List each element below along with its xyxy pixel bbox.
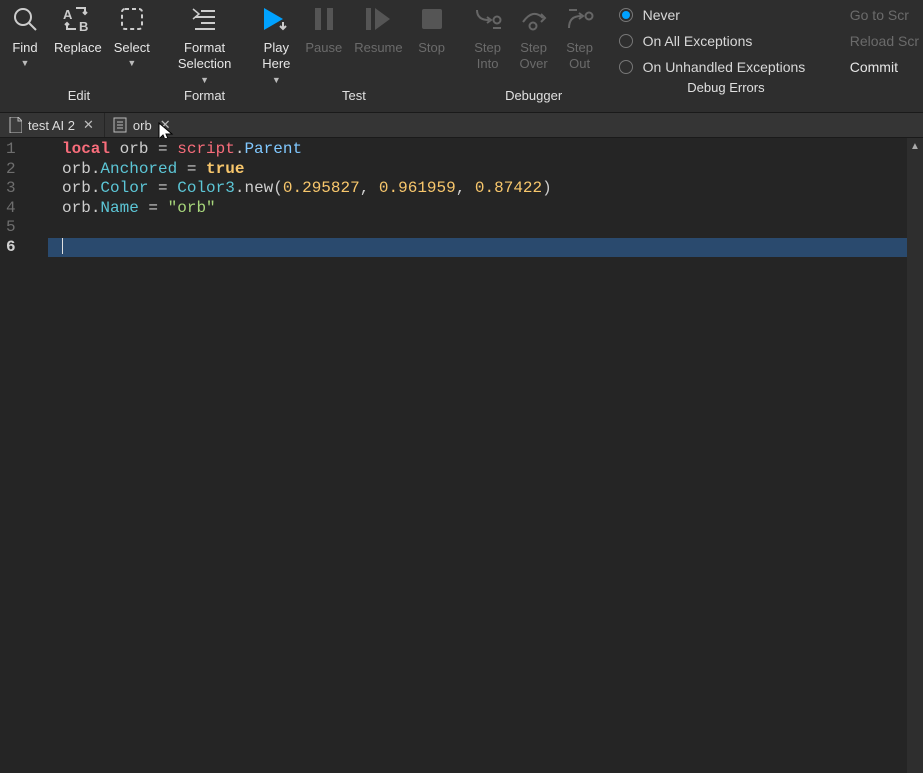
debug-errors-on-all[interactable]: On All Exceptions [619,33,806,49]
group-label-debug-errors: Debug Errors [607,80,806,97]
step-into-icon [471,2,505,36]
text-caret [62,238,63,254]
svg-text:B: B [79,19,88,33]
code-line-current[interactable] [48,238,923,258]
play-here-button[interactable]: Play Here ▼ [253,0,299,85]
local-script-icon [8,117,22,133]
format-icon [188,2,222,36]
reload-script-button: Reload Scr [850,33,919,49]
step-out-icon [563,2,597,36]
close-icon[interactable]: ✕ [81,117,96,133]
group-label-format: Format [172,88,237,105]
scroll-up-icon[interactable]: ▲ [907,138,923,154]
step-into-label: Step Into [474,40,501,73]
play-here-label: Play Here [262,40,290,73]
line-number: 6 [0,238,48,258]
ribbon-toolbar: Find ▼ AB Replace Select ▼ Edit [0,0,923,112]
chevron-down-icon: ▼ [272,75,281,85]
pause-icon [307,2,341,36]
stop-button: Stop [409,0,455,56]
select-button[interactable]: Select ▼ [108,0,156,68]
tab-orb[interactable]: orb ✕ [104,113,181,137]
tab-label: test AI 2 [28,118,75,133]
commit-button[interactable]: Commit [850,59,898,75]
select-icon [115,2,149,36]
svg-text:A: A [63,7,73,22]
line-number-gutter: 1 2 3 4 5 6 [0,138,48,773]
code-line[interactable]: orb.Color = Color3.new(0.295827, 0.96195… [48,179,923,199]
find-label: Find [12,40,37,56]
replace-label: Replace [54,40,102,56]
code-line[interactable]: orb.Name = "orb" [48,199,923,219]
play-icon [259,2,293,36]
code-area[interactable]: local orb = script.Parent orb.Anchored =… [48,138,923,773]
search-icon [8,2,42,36]
tab-bar: test AI 2 ✕ orb ✕ [0,112,923,138]
stop-label: Stop [418,40,445,56]
code-line[interactable]: orb.Anchored = true [48,160,923,180]
resume-label: Resume [354,40,402,56]
resume-icon [361,2,395,36]
radio-icon [619,60,633,74]
debug-errors-never-label: Never [643,7,680,23]
vertical-scrollbar[interactable]: ▲ [907,138,923,773]
step-over-icon [517,2,551,36]
close-icon[interactable]: ✕ [158,117,173,133]
pause-button: Pause [299,0,348,56]
script-icon [113,117,127,133]
ribbon-group-debug-errors: Never On All Exceptions On Unhandled Exc… [605,0,808,112]
line-number: 2 [0,160,48,180]
step-over-label: Step Over [520,40,548,73]
group-label-debugger: Debugger [465,88,603,105]
step-out-button: Step Out [557,0,603,73]
ribbon-group-format: Format Selection ▼ Format [170,0,239,112]
tab-test-ai-2[interactable]: test AI 2 ✕ [0,113,104,137]
code-line[interactable] [48,218,923,238]
step-into-button: Step Into [465,0,511,73]
debug-errors-on-all-label: On All Exceptions [643,33,753,49]
radio-selected-icon [619,8,633,22]
format-selection-button[interactable]: Format Selection ▼ [172,0,237,85]
resume-button: Resume [348,0,408,56]
step-out-label: Step Out [566,40,593,73]
radio-icon [619,34,633,48]
step-over-button: Step Over [511,0,557,73]
group-label-edit: Edit [2,88,156,105]
ribbon-group-test: Play Here ▼ Pause Resume Stop [251,0,456,112]
line-number: 3 [0,179,48,199]
debug-errors-never[interactable]: Never [619,7,806,23]
replace-icon: AB [61,2,95,36]
tab-label: orb [133,118,152,133]
chevron-down-icon: ▼ [21,58,30,68]
code-editor[interactable]: 1 2 3 4 5 6 local orb = script.Parent or… [0,138,923,773]
group-label-test: Test [253,88,454,105]
select-label: Select [114,40,150,56]
debug-errors-on-unhandled-label: On Unhandled Exceptions [643,59,806,75]
pause-label: Pause [305,40,342,56]
line-number: 1 [0,140,48,160]
ribbon-group-debugger: Step Into Step Over Step Out Debugger [463,0,605,112]
line-number: 5 [0,218,48,238]
chevron-down-icon: ▼ [200,75,209,85]
code-line[interactable]: local orb = script.Parent [48,140,923,160]
line-number: 4 [0,199,48,219]
ribbon-right-actions: Go to Scr Reload Scr Commit [850,0,923,80]
stop-icon [415,2,449,36]
chevron-down-icon: ▼ [127,58,136,68]
go-to-script-button: Go to Scr [850,7,909,23]
debug-errors-on-unhandled[interactable]: On Unhandled Exceptions [619,59,806,75]
find-button[interactable]: Find ▼ [2,0,48,68]
format-selection-label: Format Selection [178,40,231,73]
replace-button[interactable]: AB Replace [48,0,108,56]
ribbon-group-edit: Find ▼ AB Replace Select ▼ Edit [0,0,158,112]
